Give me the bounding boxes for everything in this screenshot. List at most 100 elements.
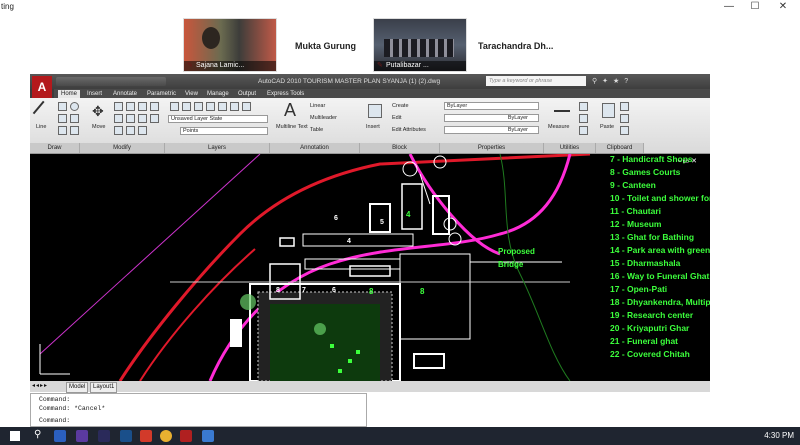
- match-properties-icon[interactable]: [620, 126, 629, 135]
- participant-strip: ✎ Sajana Lamic... Mukta Gurung ✎ Putalib…: [0, 14, 800, 72]
- tab-view[interactable]: View: [182, 90, 201, 98]
- application-menu-button[interactable]: A: [32, 76, 52, 98]
- multileader-button[interactable]: Multileader: [310, 115, 337, 121]
- move-button[interactable]: Move: [92, 124, 105, 130]
- move-icon[interactable]: ✥: [92, 103, 108, 119]
- create-block-button[interactable]: Create: [392, 103, 409, 109]
- hatch-icon[interactable]: [58, 126, 67, 135]
- calculator-icon[interactable]: [579, 102, 588, 111]
- layer-icon[interactable]: [230, 102, 239, 111]
- measure-icon[interactable]: [554, 106, 570, 112]
- search-icon[interactable]: ⚲: [34, 429, 41, 440]
- minimize-button[interactable]: —: [716, 0, 742, 14]
- panel-modify[interactable]: Modify: [80, 143, 165, 153]
- tab-home[interactable]: Home: [58, 90, 81, 98]
- app-icon[interactable]: [140, 430, 152, 442]
- panel-block[interactable]: Block: [360, 143, 440, 153]
- circle-icon[interactable]: [70, 102, 79, 111]
- color-select[interactable]: ByLayer: [444, 102, 539, 110]
- tab-model[interactable]: Model: [66, 382, 89, 393]
- measure-button[interactable]: Measure: [548, 124, 569, 130]
- panel-annotation[interactable]: Annotation: [270, 143, 360, 153]
- quick-access-toolbar[interactable]: [56, 77, 166, 86]
- arc-icon[interactable]: [58, 114, 67, 123]
- linetype-select[interactable]: ByLayer: [444, 114, 539, 122]
- cut-icon[interactable]: [620, 102, 629, 111]
- tab-output[interactable]: Output: [235, 90, 259, 98]
- tab-layout1[interactable]: Layout1: [90, 382, 118, 393]
- ellipse-icon[interactable]: [70, 126, 79, 135]
- tab-annotate[interactable]: Annotate: [110, 90, 140, 98]
- id-point-icon[interactable]: [579, 126, 588, 135]
- panel-clipboard[interactable]: Clipboard: [596, 143, 644, 153]
- tab-insert[interactable]: Insert: [84, 90, 105, 98]
- line-button[interactable]: Line: [36, 124, 46, 130]
- layer-select[interactable]: Points: [180, 127, 268, 135]
- autocad-taskbar-icon[interactable]: [180, 430, 192, 442]
- zoom-taskbar-icon[interactable]: [202, 430, 214, 442]
- copy-icon[interactable]: [138, 102, 147, 111]
- panel-layers[interactable]: Layers: [165, 143, 270, 153]
- command-prompt[interactable]: Command:: [39, 417, 70, 424]
- drawing-canvas[interactable]: 6 4 4 5 6 8 8 8 7 Proposed Bridge 7 - Ha…: [30, 154, 710, 381]
- layer-icon[interactable]: [182, 102, 191, 111]
- paste-button[interactable]: Paste: [600, 124, 614, 130]
- participant-video-putalibazar[interactable]: ✎ Putalibazar ...: [373, 18, 467, 72]
- stretch-icon[interactable]: [126, 114, 135, 123]
- infocenter-icons[interactable]: ⚲✦★?: [592, 77, 672, 86]
- explode-icon[interactable]: [126, 126, 135, 135]
- text-icon[interactable]: A: [284, 100, 296, 121]
- layer-properties-icon[interactable]: [170, 102, 179, 111]
- viewport-controls[interactable]: ▫▭✕: [678, 157, 699, 165]
- line-icon[interactable]: [32, 100, 56, 124]
- polyline-icon[interactable]: [58, 102, 67, 111]
- array-icon[interactable]: [150, 114, 159, 123]
- premiere-icon[interactable]: [76, 430, 88, 442]
- edit-attributes-button[interactable]: Edit Attributes: [392, 127, 426, 133]
- copy-clipboard-icon[interactable]: [620, 114, 629, 123]
- linear-dimension-button[interactable]: Linear: [310, 103, 325, 109]
- edit-block-button[interactable]: Edit: [392, 115, 401, 121]
- paste-icon[interactable]: [602, 103, 615, 118]
- panel-properties[interactable]: Properties: [440, 143, 544, 153]
- erase-icon[interactable]: [114, 126, 123, 135]
- help-search-input[interactable]: Type a keyword or phrase: [486, 76, 586, 86]
- app-icon[interactable]: [98, 430, 110, 442]
- photoshop-icon[interactable]: [120, 430, 132, 442]
- fillet-icon[interactable]: [114, 114, 123, 123]
- site-plan-drawing: [39, 154, 591, 381]
- insert-icon[interactable]: [368, 104, 382, 118]
- layer-icon[interactable]: [206, 102, 215, 111]
- multiline-text-button[interactable]: Multiline Text: [276, 124, 308, 130]
- layer-icon[interactable]: [194, 102, 203, 111]
- tab-navigation-arrows[interactable]: ◂◂▸▸: [32, 382, 48, 389]
- offset-icon[interactable]: [138, 126, 147, 135]
- maximize-button[interactable]: ☐: [742, 0, 768, 14]
- clock[interactable]: 4:30 PM: [764, 431, 794, 440]
- start-icon[interactable]: [10, 431, 20, 441]
- rectangle-icon[interactable]: [70, 114, 79, 123]
- command-line[interactable]: Command: Command: *Cancel* Command:: [30, 393, 367, 427]
- participant-caption: Sajana Lamic...: [184, 61, 276, 71]
- file-explorer-icon[interactable]: [54, 430, 66, 442]
- scale-icon[interactable]: [138, 114, 147, 123]
- participant-video-sajana[interactable]: ✎ Sajana Lamic...: [183, 18, 277, 72]
- mirror-icon[interactable]: [150, 102, 159, 111]
- close-button[interactable]: ✕: [770, 0, 796, 14]
- tab-manage[interactable]: Manage: [204, 90, 232, 98]
- lineweight-select[interactable]: ByLayer: [444, 126, 539, 134]
- layer-icon[interactable]: [242, 102, 251, 111]
- rotate-icon[interactable]: [114, 102, 123, 111]
- panel-draw[interactable]: Draw: [30, 143, 80, 153]
- layer-state-select[interactable]: Unsaved Layer State: [168, 115, 268, 123]
- insert-button[interactable]: Insert: [366, 124, 380, 130]
- tab-parametric[interactable]: Parametric: [144, 90, 179, 98]
- chrome-icon[interactable]: [160, 430, 172, 442]
- quick-select-icon[interactable]: [579, 114, 588, 123]
- tab-express-tools[interactable]: Express Tools: [264, 90, 307, 98]
- trim-icon[interactable]: [126, 102, 135, 111]
- table-button[interactable]: Table: [310, 127, 323, 133]
- panel-utilities[interactable]: Utilities: [544, 143, 596, 153]
- layer-icon[interactable]: [218, 102, 227, 111]
- autocad-title: AutoCAD 2010 TOURISM MASTER PLAN SYANJA …: [258, 78, 441, 85]
